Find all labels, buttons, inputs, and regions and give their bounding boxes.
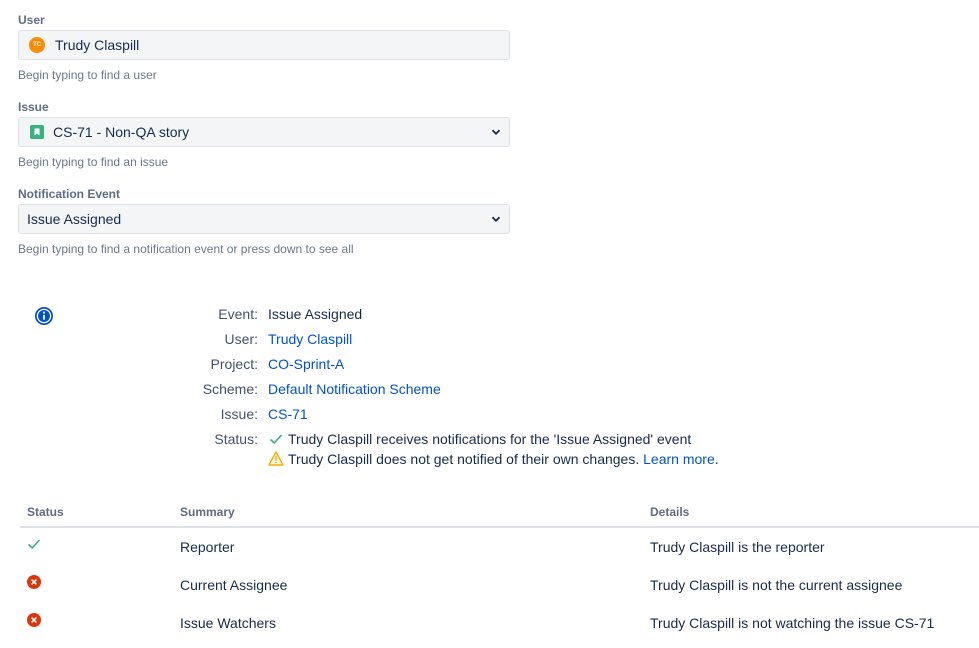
user-label: User: [18, 13, 45, 27]
notification-event-label: Notification Event: [18, 187, 121, 201]
info-icon: [35, 307, 53, 325]
row-details-cell: Trudy Claspill is not watching the issue…: [650, 615, 935, 631]
row-details-cell: Trudy Claspill is not the current assign…: [650, 577, 903, 593]
summary-user-label: User:: [224, 331, 258, 347]
row-status-cell: [20, 566, 173, 604]
user-picker[interactable]: TC Trudy Claspill: [18, 30, 510, 60]
issue-picker[interactable]: CS-71 - Non-QA story: [18, 117, 510, 147]
summary-project-label: Project:: [210, 356, 258, 372]
summary-scheme-link[interactable]: Default Notification Scheme: [268, 381, 441, 397]
notification-event-helper-text: Begin typing to find a notification even…: [18, 242, 354, 256]
table-row: Reporter Trudy Claspill is the reporter: [20, 527, 979, 566]
summary-event-label: Event:: [218, 306, 258, 322]
table-header-row: Status Summary Details: [20, 503, 979, 528]
chevron-down-icon[interactable]: [491, 214, 501, 224]
row-status-cell: [20, 527, 173, 566]
chevron-down-icon[interactable]: [491, 127, 501, 137]
table-row: Issue Watchers Trudy Claspill is not wat…: [20, 604, 979, 642]
issue-helper-text: Begin typing to find an issue: [18, 155, 169, 169]
issue-label: Issue: [18, 100, 49, 114]
avatar: TC: [29, 37, 45, 53]
status-success-message: Trudy Claspill receives notifications fo…: [288, 431, 692, 447]
row-summary-cell: Current Assignee: [180, 577, 288, 593]
row-summary-cell: Issue Watchers: [180, 615, 276, 631]
summary-scheme-label: Scheme:: [202, 381, 258, 397]
warning-period: .: [714, 451, 719, 467]
error-icon: [27, 613, 41, 627]
warning-icon: [268, 451, 284, 466]
summary-event-value: Issue Assigned: [268, 306, 363, 322]
summary-issue-link[interactable]: CS-71: [268, 406, 308, 422]
summary-issue-label: Issue:: [220, 406, 258, 422]
learn-more-link[interactable]: Learn more: [643, 451, 715, 467]
row-status-cell: [20, 604, 173, 642]
check-icon: [269, 434, 283, 445]
user-helper-text: Begin typing to find a user: [18, 68, 157, 82]
status-warning-message: Trudy Claspill does not get notified of …: [288, 451, 640, 467]
summary-user-link[interactable]: Trudy Claspill: [268, 331, 352, 347]
summary-status-label: Status:: [214, 431, 258, 447]
user-picker-value: Trudy Claspill: [55, 37, 140, 53]
status-warning-line: Trudy Claspill does not get notified of …: [288, 451, 719, 467]
status-column-header: Status: [20, 503, 173, 528]
issue-picker-value: CS-71 - Non-QA story: [53, 124, 190, 140]
table-row: Current Assignee Trudy Claspill is not t…: [20, 566, 979, 604]
details-column-header: Details: [643, 503, 979, 528]
notification-event-select[interactable]: Issue Assigned: [18, 204, 510, 234]
summary-project-link[interactable]: CO-Sprint-A: [268, 356, 344, 372]
notification-event-value: Issue Assigned: [27, 211, 122, 227]
check-icon: [27, 539, 41, 550]
row-summary-cell: Reporter: [180, 539, 235, 555]
summary-column-header: Summary: [173, 503, 643, 528]
story-icon: [30, 125, 44, 139]
error-icon: [27, 575, 41, 589]
notification-results-table: Status Summary Details Reporter Trudy Cl…: [20, 503, 979, 642]
row-details-cell: Trudy Claspill is the reporter: [650, 539, 825, 555]
